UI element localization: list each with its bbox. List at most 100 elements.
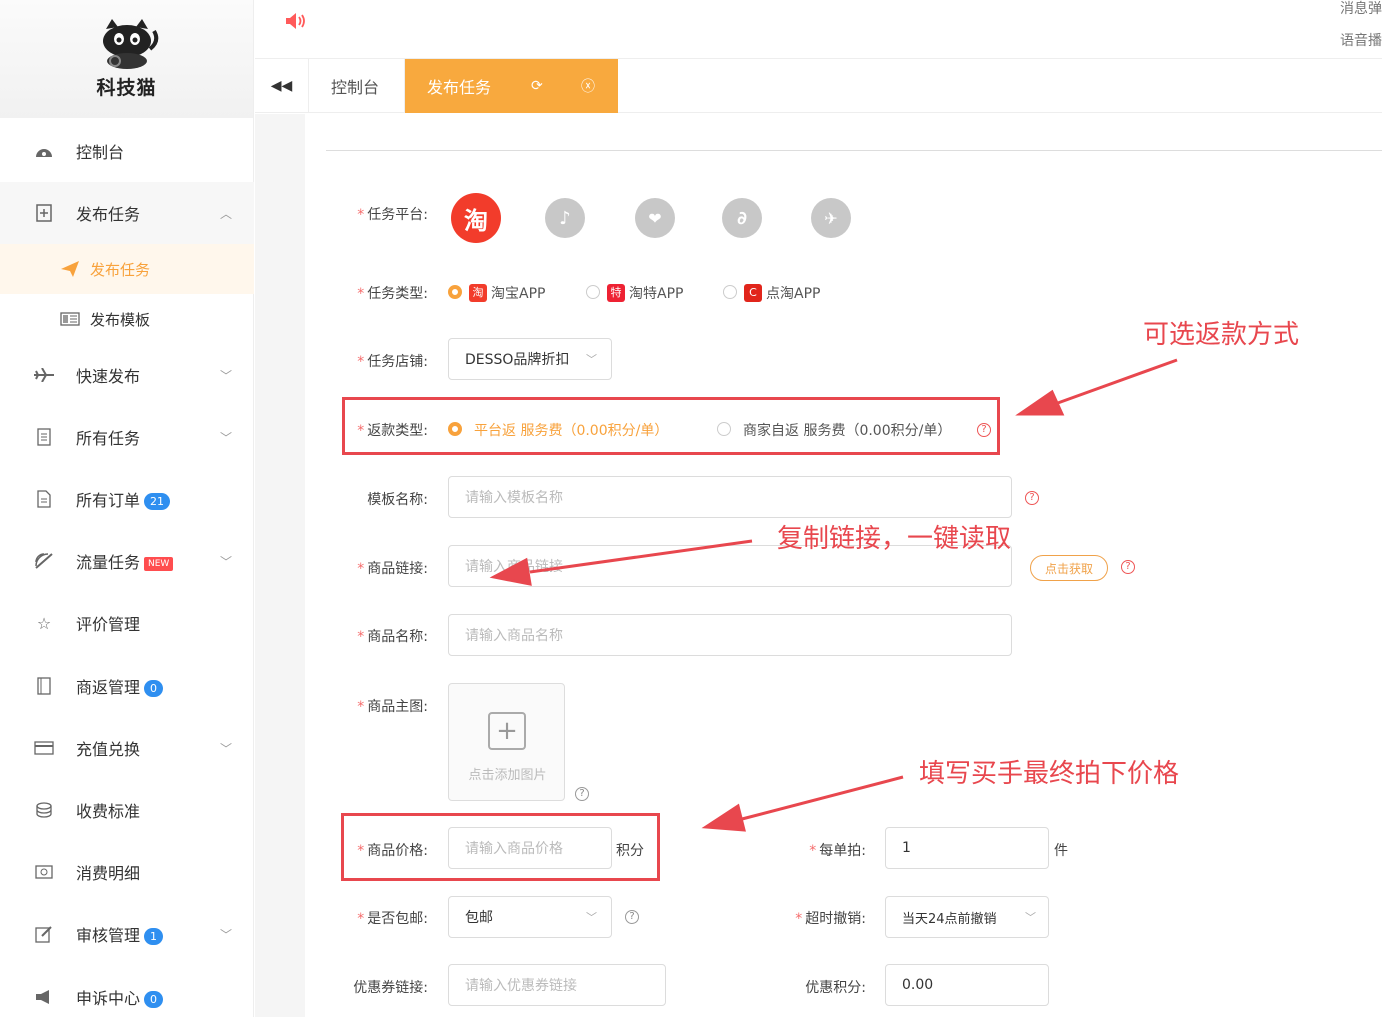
taobao-platform-icon[interactable]: 淘 xyxy=(451,193,501,243)
sidebar-item-pricing[interactable]: 收费标准 xyxy=(0,779,254,841)
template-name-input[interactable]: 请输入模板名称 xyxy=(448,476,1012,518)
brand-name: 科技猫 xyxy=(96,76,157,99)
message-popup-toggle[interactable]: 消息弹 xyxy=(1340,0,1382,18)
taote-app-icon: 特 xyxy=(607,284,625,302)
timeout-select-value: 当天24点前撤销 xyxy=(902,911,997,927)
alibaba-platform-icon[interactable]: ∂ xyxy=(722,198,762,238)
help-icon[interactable]: ? xyxy=(1025,491,1039,505)
count-badge: 21 xyxy=(144,493,171,510)
type-radio-taobao[interactable] xyxy=(448,285,462,299)
tab-dashboard[interactable]: 控制台 xyxy=(309,59,405,113)
coupon-label: 优惠券链接: xyxy=(353,980,428,996)
option-text: 淘特APP xyxy=(629,286,684,302)
chevron-down-icon: ﹀ xyxy=(219,554,232,569)
discount-input[interactable]: 0.00 xyxy=(885,964,1049,1006)
sidebar-item-publish[interactable]: 发布任务 ︿ xyxy=(0,182,254,244)
cat-logo-icon xyxy=(102,18,158,69)
sidebar-item-traffic-tasks[interactable]: 流量任务 NEW ﹀ xyxy=(0,530,254,592)
refresh-icon[interactable]: ⟳ xyxy=(531,78,543,94)
image-upload[interactable]: + 点击添加图片 xyxy=(448,683,565,801)
tab-publish-task[interactable]: 发布任务 ⟳ ⓧ xyxy=(405,59,618,113)
option-text: 淘宝APP xyxy=(491,286,546,302)
chevron-down-icon: ﹀ xyxy=(586,911,597,924)
label-text: 任务店铺: xyxy=(367,354,428,370)
douyin-platform-icon[interactable]: ♪ xyxy=(545,198,585,238)
help-icon[interactable]: ? xyxy=(575,787,589,801)
shop-label: * 任务店铺: xyxy=(357,354,428,370)
sidebar-item-label-wrap: 审核管理 1 xyxy=(76,922,164,946)
sidebar-item-label: 快速发布 xyxy=(76,367,141,386)
label-text: 是否包邮: xyxy=(367,911,428,927)
sidebar-item-dashboard[interactable]: 控制台 xyxy=(0,120,254,182)
voice-toggle[interactable]: 语音播 xyxy=(1340,30,1382,50)
count-badge: 0 xyxy=(144,680,164,697)
dashboard-icon xyxy=(34,141,54,161)
sidebar-item-recharge[interactable]: 充值兑换 ﹀ xyxy=(0,717,254,779)
sidebar-subitem-label: 发布模板 xyxy=(90,310,151,329)
sidebar-item-label: 审核管理 xyxy=(76,926,141,945)
per-order-label: * 每单拍: xyxy=(809,843,866,859)
sidebar-item-all-orders[interactable]: 所有订单 21 xyxy=(0,468,254,530)
chevron-down-icon: ﹀ xyxy=(1025,911,1036,924)
publish-icon xyxy=(34,203,54,223)
sidebar-subitem-publish-task[interactable]: 发布任务 xyxy=(0,244,254,294)
sidebar-item-audit[interactable]: 审核管理 1 ﹀ xyxy=(0,903,254,965)
coupon-link-input[interactable]: 请输入优惠券链接 xyxy=(448,964,666,1006)
sidebar-item-label: 发布任务 xyxy=(76,205,141,224)
plane-icon xyxy=(34,365,54,385)
card-icon xyxy=(34,738,54,758)
sidebar-item-consumption[interactable]: 消费明细 xyxy=(0,841,254,903)
label-text: 每单拍: xyxy=(819,843,866,859)
bird-platform-icon[interactable]: ✈ xyxy=(811,198,851,238)
sidebar-item-label: 控制台 xyxy=(76,143,125,162)
timeout-select[interactable]: 当天24点前撤销 ﹀ xyxy=(885,896,1049,938)
label-text: 任务平台: xyxy=(367,207,428,223)
type-label: * 任务类型: xyxy=(357,286,428,302)
pinduoduo-platform-icon[interactable]: ❤ xyxy=(635,198,675,238)
sidebar-item-label: 所有任务 xyxy=(76,429,141,448)
sidebar-item-label-wrap: 商返管理 0 xyxy=(76,674,164,698)
order-icon xyxy=(34,489,54,509)
sidebar-item-quick-publish[interactable]: 快速发布 ﹀ xyxy=(0,344,254,406)
label-text: 商品名称: xyxy=(367,629,428,645)
type-option-diantao[interactable]: C 点淘APP xyxy=(744,283,820,303)
sidebar-subitem-template[interactable]: 发布模板 xyxy=(0,294,254,344)
type-option-taote[interactable]: 特淘特APP xyxy=(607,283,683,303)
plus-icon: + xyxy=(488,712,526,750)
new-tag: NEW xyxy=(144,556,174,571)
tab-bar: ◀◀ 控制台 发布任务 ⟳ ⓧ xyxy=(255,59,1382,113)
star-icon: ☆ xyxy=(36,613,52,633)
discount-label: 优惠积分: xyxy=(805,980,866,996)
sidebar-item-label: 收费标准 xyxy=(76,802,141,821)
type-option-taobao[interactable]: 淘淘宝APP xyxy=(469,283,545,303)
label-text: 超时撤销: xyxy=(805,911,866,927)
type-radio-diantao[interactable] xyxy=(723,285,737,299)
shop-select-value: DESSO品牌折扣 xyxy=(465,352,570,368)
sidebar-item-all-tasks[interactable]: 所有任务 ﹀ xyxy=(0,406,254,468)
close-icon[interactable]: ⓧ xyxy=(581,76,595,96)
chevron-down-icon: ﹀ xyxy=(219,927,232,942)
per-order-input[interactable]: 1 xyxy=(885,827,1049,869)
upload-text: 点击添加图片 xyxy=(468,768,547,783)
sidebar-item-label: 消费明细 xyxy=(76,864,141,883)
sidebar-item-label-wrap: 申诉中心 0 xyxy=(76,985,164,1009)
top-bar: 消息弹 语音播 xyxy=(255,0,1382,59)
help-icon[interactable]: ? xyxy=(1121,560,1135,574)
fetch-button[interactable]: 点击获取 xyxy=(1030,555,1108,581)
annotation-price: 填写买手最终拍下价格 xyxy=(919,759,1180,789)
sidebar-item-merchant-refund[interactable]: 商返管理 0 xyxy=(0,655,254,717)
image-label: * 商品主图: xyxy=(357,699,428,715)
shop-select[interactable]: DESSO品牌折扣 ﹀ xyxy=(448,338,612,380)
sidebar-item-appeal[interactable]: 申诉中心 0 xyxy=(0,966,254,1028)
help-icon[interactable]: ? xyxy=(625,910,639,924)
annotation-box-refund xyxy=(342,397,1000,455)
product-name-input[interactable]: 请输入商品名称 xyxy=(448,614,1012,656)
type-radio-taote[interactable] xyxy=(586,285,600,299)
tab-label: 发布任务 xyxy=(427,78,492,97)
shipping-select[interactable]: 包邮 ﹀ xyxy=(448,896,612,938)
speaker-icon[interactable] xyxy=(285,12,307,35)
sidebar-item-reviews[interactable]: ☆ 评价管理 xyxy=(0,592,254,654)
annotation-box-price xyxy=(341,813,660,881)
collapse-sidebar-button[interactable]: ◀◀ xyxy=(255,59,309,113)
sidebar-item-label-wrap: 所有订单 21 xyxy=(76,487,171,511)
